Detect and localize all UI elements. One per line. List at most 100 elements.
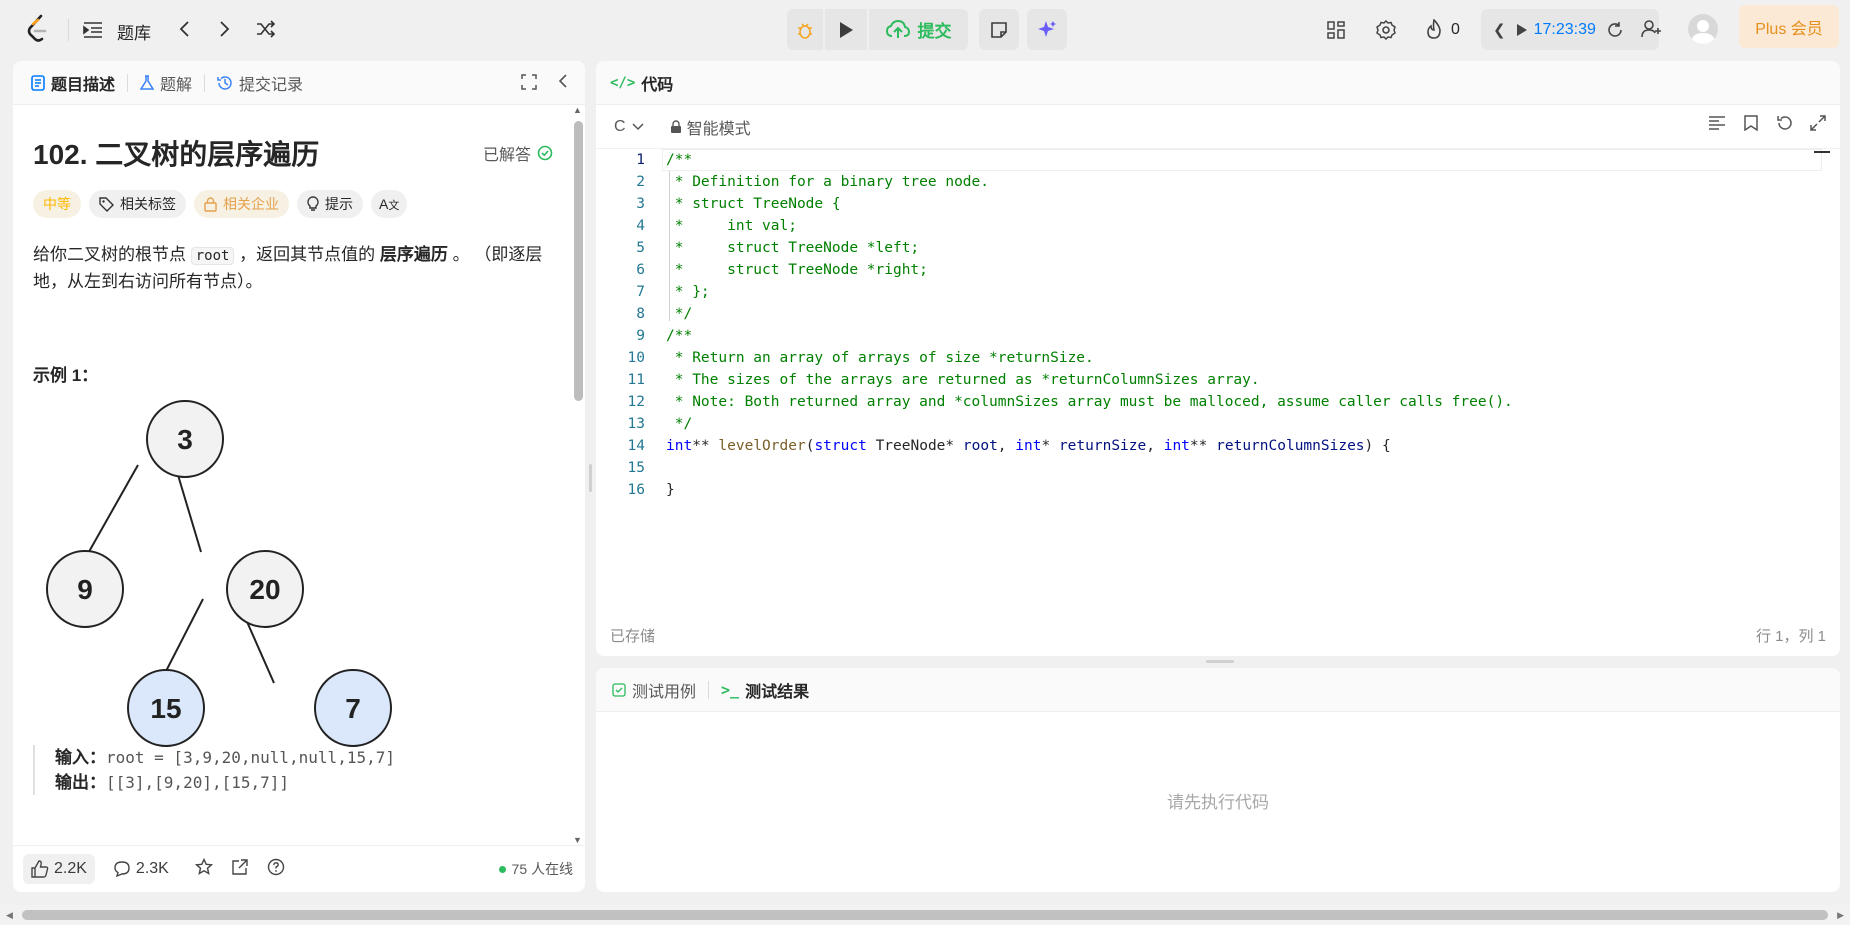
problem-scrollbar[interactable]: ▲ ▼ (571, 105, 583, 845)
solved-status: 已解答 (483, 141, 553, 165)
problem-list-link[interactable]: 题库 (117, 19, 151, 44)
tab-test-result[interactable]: >_ 测试结果 (721, 678, 821, 702)
tab-code[interactable]: </> 代码 (610, 71, 685, 95)
translate-icon: A文 (379, 195, 400, 212)
list-icon[interactable] (82, 19, 104, 41)
problem-tabbar: 题目描述 题解 提交记录 (13, 61, 585, 105)
notes-button[interactable] (979, 9, 1019, 50)
code-line: 16} (627, 482, 675, 498)
problem-description: 给你二叉树的根节点 root ，返回其节点值的 层序遍历 。 （即逐层地，从左到… (33, 242, 553, 295)
avatar[interactable] (1688, 14, 1718, 44)
related-tags-label: 相关标签 (120, 196, 176, 212)
related-companies-label: 相关企业 (223, 196, 279, 212)
horizontal-scrollbar-thumb[interactable] (22, 910, 1828, 920)
language-select[interactable]: C (614, 118, 644, 136)
scrollbar-thumb[interactable] (574, 121, 583, 401)
share-icon[interactable] (231, 858, 249, 881)
smart-mode-toggle[interactable]: 智能模式 (670, 115, 751, 139)
streak-fire-icon[interactable] (1423, 18, 1445, 40)
timer-collapse-icon[interactable]: ❮ (1493, 21, 1506, 39)
tab-divider (204, 73, 206, 92)
scroll-right-arrow-icon[interactable]: ▶ (1837, 910, 1844, 921)
format-align-icon[interactable] (1708, 115, 1726, 131)
timer-value: 17:23:39 (1533, 20, 1596, 38)
add-friend-icon[interactable] (1641, 18, 1663, 40)
tree-node-label: 15 (150, 693, 181, 724)
ai-assist-button[interactable] (1027, 9, 1067, 50)
fullscreen-icon[interactable] (521, 74, 537, 95)
scroll-down-arrow-icon[interactable]: ▼ (573, 835, 582, 845)
vertical-resize-handle[interactable] (589, 464, 592, 492)
checkbox-icon (612, 682, 626, 697)
minimap-indicator (1814, 151, 1830, 153)
favorite-star-icon[interactable] (194, 857, 214, 881)
input-label: 输入： (55, 748, 106, 767)
leetcode-logo-icon[interactable] (24, 14, 52, 44)
like-count: 2.2K (54, 860, 87, 877)
tab-test-result-label: 测试结果 (745, 683, 810, 701)
code-editor[interactable]: 1/** 2 * Definition for a binary tree no… (596, 149, 1840, 569)
saved-status: 已存储 (610, 627, 656, 645)
code-line: 13 */ (627, 416, 693, 432)
code-line: 1/** (596, 149, 1836, 171)
lightbulb-icon (307, 196, 319, 211)
horizontal-resize-handle[interactable] (1206, 660, 1234, 663)
help-icon[interactable] (267, 858, 285, 881)
code-line: 3 * struct TreeNode { (636, 196, 841, 212)
tab-solutions[interactable]: 题解 (140, 71, 204, 95)
tab-description[interactable]: 题目描述 (31, 71, 127, 95)
timer-play-icon[interactable] (1516, 23, 1528, 37)
expand-icon[interactable] (1810, 115, 1826, 131)
tab-testcases[interactable]: 测试用例 (612, 678, 708, 702)
check-circle-icon (537, 145, 553, 161)
chevron-down-icon (632, 122, 644, 130)
layout-icon[interactable] (1325, 19, 1347, 41)
tree-node: 15 (127, 669, 205, 747)
chevron-right-icon[interactable] (214, 18, 236, 40)
problem-footer: 2.2K 2.3K 75 人在线 (13, 845, 585, 892)
code-icon: </> (610, 74, 636, 91)
desc-bold: 层序遍历 (379, 245, 448, 264)
undo-icon[interactable] (1776, 115, 1792, 131)
bookmark-icon[interactable] (1744, 115, 1758, 131)
output-value: [[3],[9,20],[15,7]] (106, 773, 290, 792)
comments-button[interactable]: 2.3K (113, 860, 169, 878)
tab-submissions-label: 提交记录 (239, 76, 304, 94)
like-button[interactable]: 2.2K (23, 854, 95, 884)
mode-label: 智能模式 (686, 120, 751, 138)
problem-content[interactable]: 102. 二叉树的层序遍历 已解答 中等 相关标签 相关企业 提示 A文 给你二… (13, 105, 573, 845)
comment-count: 2.3K (135, 860, 169, 877)
inline-code-root: root (190, 247, 235, 265)
chevron-left-icon[interactable] (173, 18, 195, 40)
hint-chip[interactable]: 提示 (297, 190, 363, 218)
shuffle-icon[interactable] (255, 18, 277, 40)
lock-icon (670, 119, 681, 133)
debug-button[interactable] (787, 9, 823, 50)
code-footer: 已存储 行 1，列 1 (596, 614, 1840, 656)
submit-button[interactable]: 提交 (869, 9, 968, 50)
test-tabbar: 测试用例 >_ 测试结果 (596, 668, 1840, 712)
page-horizontal-scrollbar[interactable]: ◀ ▶ (0, 905, 1850, 925)
scroll-left-arrow-icon[interactable]: ◀ (6, 910, 13, 921)
solved-label: 已解答 (482, 147, 531, 164)
comment-icon (114, 861, 130, 878)
tab-submissions[interactable]: 提交记录 (217, 71, 315, 95)
plus-membership-button[interactable]: Plus 会员 (1739, 5, 1839, 48)
tab-divider (708, 680, 710, 699)
code-line: 8 */ (636, 306, 693, 322)
code-line: 7 * }; (636, 284, 710, 300)
timer[interactable]: ❮ 17:23:39 (1481, 9, 1659, 50)
tree-node-label: 20 (249, 574, 280, 605)
submit-label: 提交 (917, 22, 952, 41)
reset-icon[interactable] (1606, 21, 1624, 39)
collapse-panel-icon[interactable] (558, 73, 568, 94)
run-button[interactable] (825, 9, 867, 50)
settings-gear-icon[interactable] (1375, 19, 1397, 41)
scroll-up-arrow-icon[interactable]: ▲ (573, 105, 582, 115)
problem-chips: 中等 相关标签 相关企业 提示 A文 (33, 190, 408, 218)
related-companies-chip[interactable]: 相关企业 (194, 190, 289, 218)
tree-node: 3 (146, 400, 224, 478)
translate-chip[interactable]: A文 (371, 190, 408, 218)
problem-title[interactable]: 102. 二叉树的层序遍历 (33, 133, 319, 173)
related-tags-chip[interactable]: 相关标签 (89, 190, 186, 218)
